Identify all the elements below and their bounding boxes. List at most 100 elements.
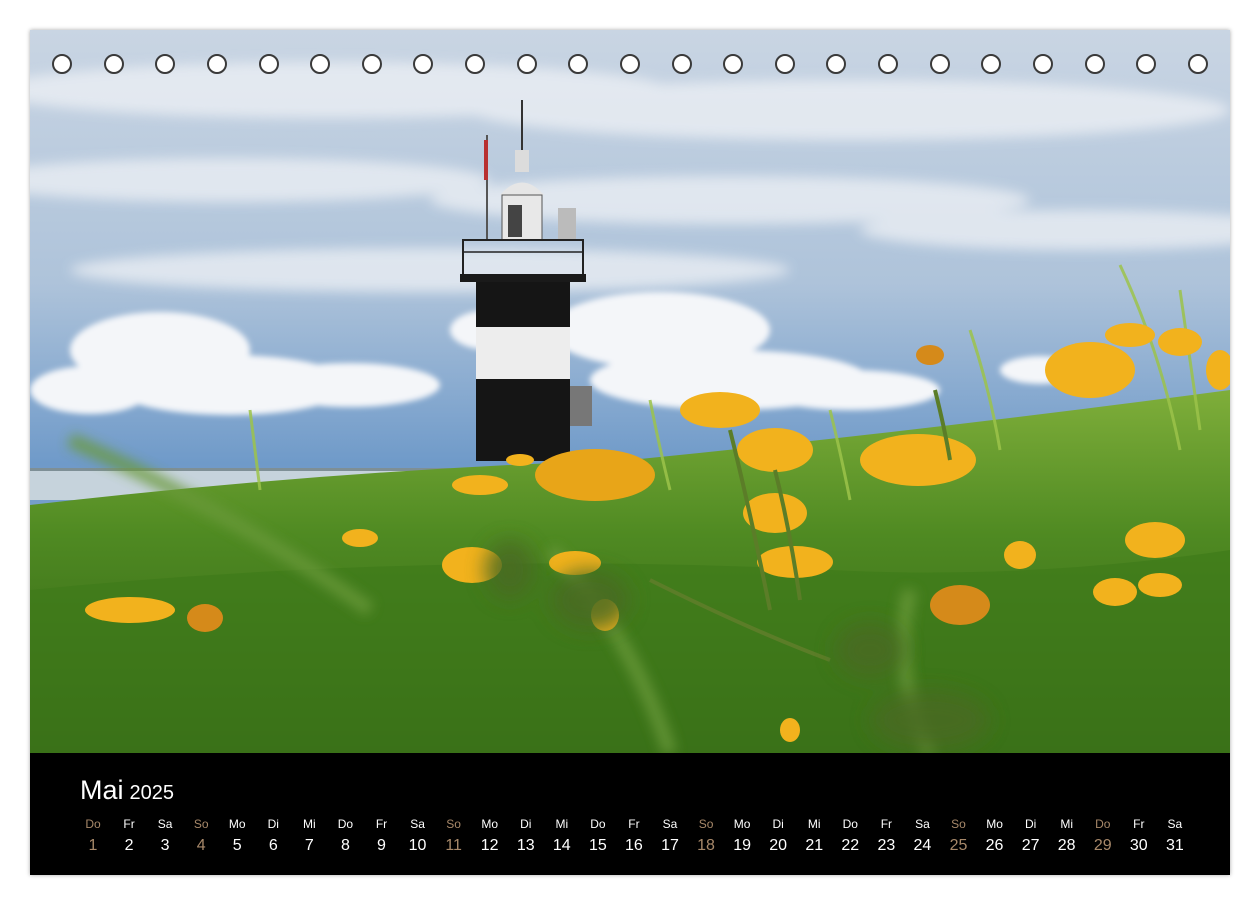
day-row: Do 1 Fr 2 Sa 3 So 4 Mo 5 Di 6 Mi 7 Do 8 Fr 9 Sa 10 So 11 Mo 12 D…: [75, 815, 1193, 867]
binding-hole: [155, 54, 176, 74]
binding-hole: [258, 54, 279, 74]
binding-hole: [568, 54, 589, 74]
day-cell: Di 27: [1013, 815, 1049, 867]
calendar-strip: Mai 2025 Do 1 Fr 2 Sa 3 So 4 Mo 5 Di 6 Mi 7 Do 8 Fr 9 Sa 10 S…: [30, 753, 1230, 875]
day-number: 15: [588, 837, 607, 854]
weekday-label: Sa: [915, 817, 930, 831]
day-cell: Do 8: [327, 815, 363, 867]
day-cell: Sa 31: [1157, 815, 1193, 867]
binding-hole: [361, 54, 382, 74]
weekday-label: Fr: [1133, 817, 1145, 831]
weekday-label: Fr: [123, 817, 135, 831]
weekday-label: Fr: [880, 817, 893, 831]
day-number: 8: [340, 837, 350, 854]
binding-hole: [52, 54, 72, 74]
day-number: 18: [697, 837, 715, 854]
binding-hole: [774, 54, 795, 74]
day-number: 31: [1165, 837, 1184, 854]
weekday-label: Do: [1095, 817, 1111, 831]
calendar-title: Mai 2025: [80, 775, 174, 806]
day-cell: Mi 7: [291, 815, 327, 867]
weekday-label: Mo: [733, 817, 751, 831]
weekday-label: Di: [520, 817, 532, 831]
weekday-label: Do: [842, 817, 858, 831]
day-number: 1: [88, 837, 98, 854]
day-cell: Sa 17: [652, 815, 688, 867]
day-cell: Mi 14: [544, 815, 580, 867]
calendar-photo: [30, 30, 1230, 753]
day-number: 2: [124, 837, 134, 854]
day-cell: Mi 21: [796, 815, 832, 867]
binding-hole: [723, 54, 744, 74]
day-cell: Mi 28: [1049, 815, 1085, 867]
binding-hole: [103, 54, 124, 74]
weekday-label: Mi: [303, 817, 316, 831]
day-cell: Di 13: [508, 815, 544, 867]
weekday-label: Fr: [375, 817, 388, 831]
binding-hole: [206, 54, 227, 74]
weekday-label: Mi: [1060, 817, 1074, 831]
calendar-page: Mai 2025 Do 1 Fr 2 Sa 3 So 4 Mo 5 Di 6 Mi 7 Do 8 Fr 9 Sa 10 S…: [30, 30, 1230, 875]
day-cell: Fr 9: [364, 815, 400, 867]
day-number: 24: [913, 837, 932, 854]
day-cell: Fr 16: [616, 815, 652, 867]
weekday-label: Sa: [1167, 817, 1183, 831]
weekday-label: So: [193, 817, 209, 831]
binding-hole: [1084, 54, 1105, 74]
binding-hole: [1187, 54, 1208, 74]
weekday-label: Mi: [807, 817, 821, 831]
day-number: 6: [268, 837, 278, 854]
weekday-label: Di: [267, 817, 279, 831]
weekday-label: Fr: [628, 817, 640, 831]
day-cell: So 18: [688, 815, 724, 867]
day-number: 11: [445, 837, 462, 854]
day-number: 4: [196, 837, 206, 854]
day-cell: So 4: [183, 815, 219, 867]
day-number: 10: [408, 837, 427, 854]
binding-hole: [619, 54, 640, 74]
day-cell: Di 6: [255, 815, 291, 867]
weekday-label: Do: [590, 817, 606, 831]
day-number: 16: [625, 837, 643, 854]
weekday-label: So: [951, 817, 966, 831]
day-cell: Sa 3: [147, 815, 183, 867]
day-cell: Sa 10: [400, 815, 436, 867]
day-number: 28: [1057, 837, 1076, 854]
weekday-label: Di: [1024, 817, 1037, 831]
day-cell: Mo 5: [219, 815, 255, 867]
day-number: 21: [805, 837, 824, 854]
day-number: 14: [552, 837, 571, 854]
month-label: Mai: [80, 775, 124, 805]
day-number: 19: [733, 837, 752, 854]
day-cell: Do 1: [75, 815, 111, 867]
day-cell: So 11: [436, 815, 472, 867]
binding-holes: [52, 54, 1208, 80]
day-cell: Mo 12: [472, 815, 508, 867]
day-number: 26: [985, 837, 1004, 854]
day-number: 5: [232, 837, 242, 854]
lighthouse-meadow-illustration: [30, 30, 1230, 753]
binding-hole: [981, 54, 1002, 74]
binding-hole: [878, 54, 898, 74]
binding-hole: [310, 54, 331, 74]
weekday-label: So: [446, 817, 461, 831]
binding-hole: [1136, 54, 1157, 74]
binding-hole: [516, 54, 537, 74]
day-cell: Fr 2: [111, 815, 147, 867]
day-cell: Do 22: [832, 815, 868, 867]
day-cell: Fr 23: [868, 815, 904, 867]
day-cell: Fr 30: [1121, 815, 1157, 867]
day-number: 20: [769, 837, 788, 854]
day-cell: Di 20: [760, 815, 796, 867]
day-number: 9: [377, 837, 386, 854]
weekday-label: Mo: [986, 817, 1003, 831]
day-cell: Do 15: [580, 815, 616, 867]
weekday-label: Mi: [555, 817, 569, 831]
day-number: 25: [949, 837, 968, 854]
day-cell: Mo 19: [724, 815, 760, 867]
weekday-label: So: [698, 817, 714, 831]
weekday-label: Do: [85, 817, 101, 831]
day-cell: So 25: [941, 815, 977, 867]
weekday-label: Di: [772, 817, 784, 831]
weekday-label: Sa: [662, 817, 678, 831]
